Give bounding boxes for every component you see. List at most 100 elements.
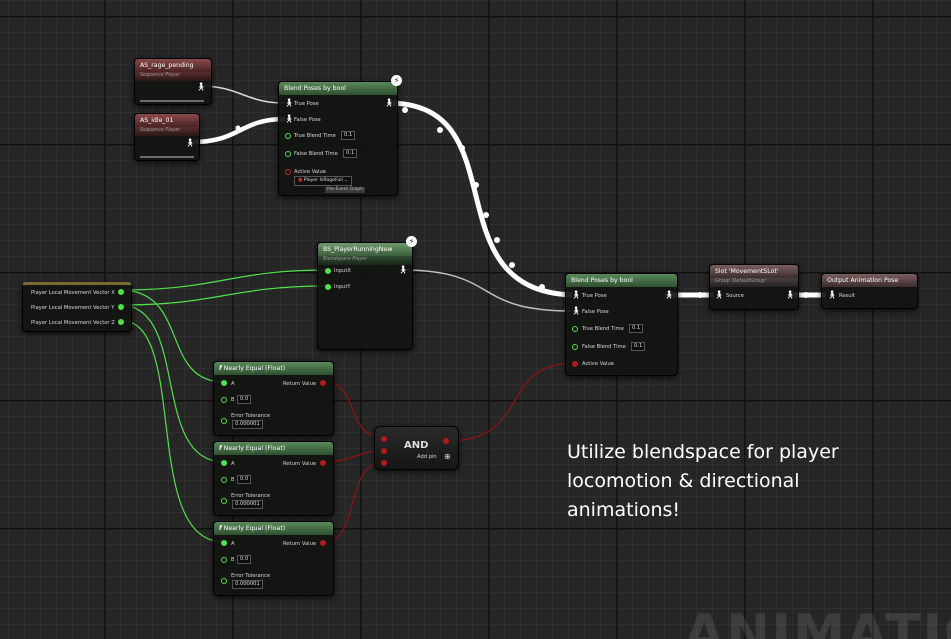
b-pin[interactable] <box>221 557 227 563</box>
tolerance-pin[interactable] <box>221 578 227 584</box>
add-pin-label: Add pin <box>417 454 437 460</box>
true-blend-time-input[interactable]: 0.1 <box>341 131 356 140</box>
return-value-pin[interactable] <box>320 380 326 386</box>
and-output-pin[interactable] <box>443 438 449 444</box>
return-value-label: Return Value <box>283 381 317 387</box>
and-input-pin-2[interactable] <box>381 448 387 454</box>
b-input[interactable]: 0.0 <box>237 395 252 404</box>
vector-z-pin[interactable] <box>118 319 124 325</box>
sequence-player-idle-node[interactable]: AS_idle_01 Sequence Player 🚶︎ <box>134 113 200 161</box>
false-blend-time-label: False Blend Time <box>294 151 338 157</box>
true-pose-pin-icon[interactable]: 🚶︎ <box>284 99 294 107</box>
function-icon: f <box>219 445 222 452</box>
active-value-label: Active Value <box>582 361 614 367</box>
node-title-text: Nearly Equal (Float) <box>223 445 286 452</box>
active-value-pin[interactable] <box>572 361 578 367</box>
blend-poses-by-bool-top-node[interactable]: Blend Poses by bool 🚶︎ True Pose 🚶︎ 🚶︎ F… <box>278 81 398 196</box>
node-title: Output Animation Pose <box>822 274 917 287</box>
source-label: Source <box>726 293 744 299</box>
and-boolean-node[interactable]: AND Add pin ⊕ <box>374 426 459 470</box>
node-title: f Nearly Equal (Float) <box>214 522 333 535</box>
node-subtitle: Blendspace Player <box>318 256 412 265</box>
return-value-label: Return Value <box>283 461 317 467</box>
tolerance-input[interactable]: 0.000001 <box>232 500 263 509</box>
output-pose-pin-icon[interactable]: 🚶︎ <box>384 99 394 107</box>
true-blend-time-pin[interactable] <box>572 326 578 332</box>
anim-graph-canvas[interactable]: AS_rage_pending Sequence Player 🚶︎ AS_id… <box>0 0 951 639</box>
vector-z-label: Player Local Movement Vector Z <box>31 320 115 326</box>
a-label: A <box>231 381 235 387</box>
false-pose-pin-icon[interactable]: 🚶︎ <box>284 115 294 123</box>
node-subtitle: Sequence Player <box>135 72 211 81</box>
node-title: AS_rage_pending <box>135 59 211 72</box>
a-label: A <box>231 461 235 467</box>
tolerance-label: Error Tolerance <box>231 413 271 419</box>
wire-blendtop-to-blendbottom <box>387 100 573 298</box>
result-pin-icon[interactable]: 🚶︎ <box>827 291 837 299</box>
node-title: Slot 'MovementSLot' <box>710 265 798 278</box>
nearly-equal-float-node-1[interactable]: f Nearly Equal (Float) A Return Value B 0… <box>213 361 334 436</box>
a-label: A <box>231 541 235 547</box>
false-blend-time-input[interactable]: 0.1 <box>631 342 646 351</box>
blendspace-player-node[interactable]: BS_PlayerRunningNew Blendspace Player In… <box>317 242 413 350</box>
output-pose-pin-icon[interactable]: 🚶︎ <box>664 291 674 299</box>
vector-x-label: Player Local Movement Vector X <box>31 290 115 296</box>
a-pin[interactable] <box>221 540 227 546</box>
and-input-pin-3[interactable] <box>381 460 387 466</box>
output-animation-pose-node[interactable]: Output Animation Pose 🚶︎ Result <box>821 273 918 309</box>
nearly-equal-float-node-3[interactable]: f Nearly Equal (Float) A Return Value B 0… <box>213 521 334 596</box>
true-blend-time-pin[interactable] <box>285 133 291 139</box>
add-pin-icon[interactable]: ⊕ <box>444 452 451 461</box>
vector-y-pin[interactable] <box>118 304 124 310</box>
false-blend-time-pin[interactable] <box>285 151 291 157</box>
false-blend-time-pin[interactable] <box>572 344 578 350</box>
and-title: AND <box>404 440 429 451</box>
pose-icon[interactable]: 🚶︎ <box>398 266 408 274</box>
return-value-pin[interactable] <box>320 540 326 546</box>
node-title-text: Nearly Equal (Float) <box>223 525 286 532</box>
play-rate-bar <box>140 100 204 102</box>
b-pin[interactable] <box>221 397 227 403</box>
pose-icon[interactable]: 🚶︎ <box>185 139 195 147</box>
input-x-pin[interactable] <box>325 268 331 274</box>
input-y-label: InputY <box>334 284 351 290</box>
sequence-player-rage-pending-node[interactable]: AS_rage_pending Sequence Player 🚶︎ <box>134 58 212 105</box>
a-pin[interactable] <box>221 380 227 386</box>
lightning-icon: ⚡︎ <box>391 75 402 86</box>
true-pose-label: True Pose <box>582 293 607 299</box>
function-icon: f <box>219 365 222 372</box>
nearly-equal-float-node-2[interactable]: f Nearly Equal (Float) A Return Value B 0… <box>213 441 334 516</box>
b-label: B <box>231 397 235 403</box>
tolerance-pin[interactable] <box>221 498 227 504</box>
false-pose-label: False Pose <box>582 309 609 315</box>
active-value-pin[interactable] <box>285 169 291 175</box>
output-pose-pin-icon[interactable]: 🚶︎ <box>785 291 795 299</box>
blend-poses-by-bool-bottom-node[interactable]: Blend Poses by bool 🚶︎ True Pose 🚶︎ 🚶︎ F… <box>565 273 678 376</box>
node-title: Blend Poses by bool <box>279 82 397 95</box>
tolerance-label: Error Tolerance <box>231 493 271 499</box>
pose-icon[interactable]: 🚶︎ <box>196 83 206 91</box>
false-pose-label: False Pose <box>294 117 321 123</box>
false-blend-time-input[interactable]: 0.1 <box>343 149 358 158</box>
player-movement-vector-node[interactable]: Player Local Movement Vector X Player Lo… <box>22 282 132 332</box>
true-pose-pin-icon[interactable]: 🚶︎ <box>571 291 581 299</box>
input-y-pin[interactable] <box>325 284 331 290</box>
true-blend-time-input[interactable]: 0.1 <box>629 324 644 333</box>
b-input[interactable]: 0.0 <box>237 475 252 484</box>
a-pin[interactable] <box>221 460 227 466</box>
slot-movement-node[interactable]: Slot 'MovementSLot' Group 'DefaultGroup'… <box>709 264 799 310</box>
active-value-dropdown[interactable]: ■ Player IsRageFull ⌄ <box>294 176 353 186</box>
tolerance-input[interactable]: 0.000001 <box>232 580 263 589</box>
function-icon: f <box>219 525 222 532</box>
tolerance-pin[interactable] <box>221 418 227 424</box>
tolerance-input[interactable]: 0.000001 <box>232 420 263 429</box>
b-pin[interactable] <box>221 477 227 483</box>
false-pose-pin-icon[interactable]: 🚶︎ <box>571 307 581 315</box>
source-pin-icon[interactable]: 🚶︎ <box>714 291 724 299</box>
and-input-pin-1[interactable] <box>381 436 387 442</box>
true-pose-label: True Pose <box>294 101 319 107</box>
b-input[interactable]: 0.0 <box>237 555 252 564</box>
vector-x-pin[interactable] <box>118 289 124 295</box>
return-value-label: Return Value <box>283 541 317 547</box>
return-value-pin[interactable] <box>320 460 326 466</box>
